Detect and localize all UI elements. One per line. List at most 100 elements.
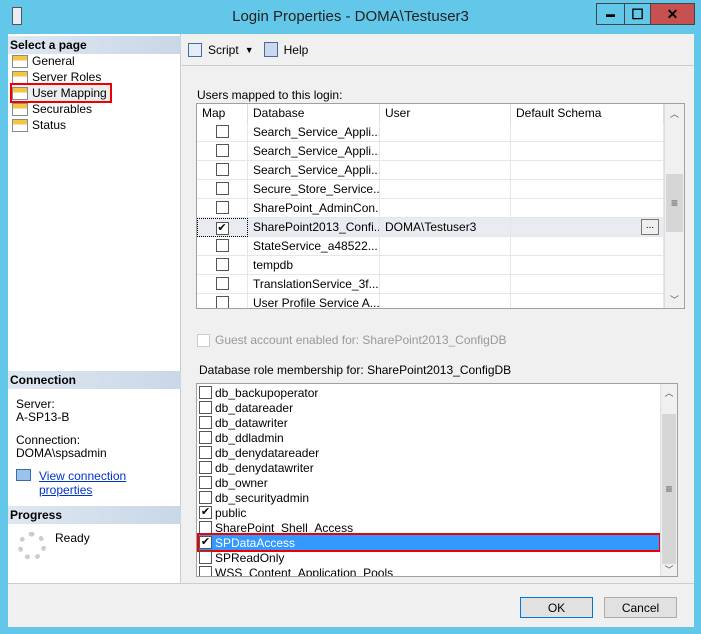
maximize-button[interactable]: ☐ — [624, 3, 651, 25]
map-cell — [197, 142, 248, 161]
browse-button[interactable]: ... — [641, 219, 659, 235]
view-connection-properties-link[interactable]: View connection properties — [39, 469, 180, 497]
table-row[interactable]: StateService_a48522... — [197, 237, 664, 256]
role-item[interactable]: db_denydatawriter — [199, 460, 659, 475]
role-item[interactable]: WSS_Content_Application_Pools — [199, 565, 659, 576]
role-item[interactable]: db_backupoperator — [199, 385, 659, 400]
default-schema-cell[interactable] — [511, 256, 664, 275]
role-name: db_backupoperator — [215, 385, 319, 400]
map-checkbox[interactable] — [215, 163, 229, 176]
default-schema-cell[interactable] — [511, 161, 664, 180]
minimize-button[interactable]: ▬ — [596, 3, 625, 25]
table-row[interactable]: SharePoint_AdminCon... — [197, 199, 664, 218]
map-checkbox[interactable] — [215, 258, 229, 271]
mapping-scrollbar[interactable]: ︿ ≡ ﹀ — [664, 104, 684, 308]
role-membership-list: db_backupoperator db_datareader db_datawri… — [196, 383, 678, 577]
role-item[interactable]: db_datareader — [199, 400, 659, 415]
role-item[interactable]: db_owner — [199, 475, 659, 490]
table-row[interactable]: Search_Service_Appli... — [197, 123, 664, 142]
user-cell[interactable] — [380, 275, 511, 294]
database-cell: SharePoint_AdminCon... — [248, 199, 380, 218]
role-item[interactable]: db_securityadmin — [199, 490, 659, 505]
table-row[interactable]: Search_Service_Appli... — [197, 142, 664, 161]
default-schema-cell[interactable] — [511, 275, 664, 294]
role-checkbox[interactable] — [199, 401, 212, 414]
default-schema-cell[interactable] — [511, 237, 664, 256]
role-checkbox[interactable] — [199, 446, 212, 459]
ok-button[interactable]: OK — [520, 597, 593, 618]
role-checkbox[interactable]: ✔ — [199, 506, 212, 519]
sidebar-item-status[interactable]: Status — [12, 117, 69, 133]
default-schema-cell[interactable]: ... — [511, 218, 664, 237]
default-schema-cell[interactable] — [511, 294, 664, 308]
role-item[interactable]: db_denydatareader — [199, 445, 659, 460]
column-header-map[interactable]: Map — [197, 104, 248, 123]
default-schema-cell[interactable] — [511, 199, 664, 218]
map-checkbox[interactable] — [215, 182, 229, 195]
map-checkbox[interactable]: ✔ — [215, 222, 229, 235]
table-row[interactable]: Search_Service_Appli... — [197, 161, 664, 180]
role-item[interactable]: SharePoint_Shell_Access — [199, 520, 659, 535]
table-row[interactable]: TranslationService_3f... — [197, 275, 664, 294]
sidebar-item-user-mapping[interactable]: User Mapping — [10, 83, 112, 103]
table-row[interactable]: ✔ SharePoint2013_Confi... DOMA\Testuser3..… — [197, 218, 664, 237]
default-schema-cell[interactable] — [511, 123, 664, 142]
sidebar-item-general[interactable]: General — [12, 53, 78, 69]
role-name: db_datareader — [215, 400, 294, 415]
close-button[interactable]: ✕ — [650, 3, 695, 25]
sidebar-item-server-roles[interactable]: Server Roles — [12, 69, 104, 85]
scrollbar-thumb[interactable]: ≡ — [666, 174, 683, 232]
default-schema-cell[interactable] — [511, 142, 664, 161]
column-header-database[interactable]: Database — [248, 104, 380, 123]
column-header-default-schema[interactable]: Default Schema — [511, 104, 664, 123]
role-item[interactable]: db_datawriter — [199, 415, 659, 430]
role-checkbox[interactable] — [199, 551, 212, 564]
role-checkbox[interactable] — [199, 566, 212, 576]
role-checkbox[interactable] — [199, 386, 212, 399]
scrollbar-thumb[interactable]: ≡ — [662, 414, 676, 564]
user-cell[interactable] — [380, 199, 511, 218]
script-button[interactable]: Script — [208, 43, 239, 57]
map-checkbox[interactable] — [215, 296, 229, 308]
sidebar-item-securables[interactable]: Securables — [12, 101, 95, 117]
user-cell[interactable] — [380, 142, 511, 161]
map-checkbox[interactable] — [215, 201, 229, 214]
map-checkbox[interactable] — [215, 125, 229, 138]
scroll-up-icon[interactable]: ︿ — [661, 386, 677, 399]
role-item[interactable]: db_ddladmin — [199, 430, 659, 445]
scroll-up-icon[interactable]: ︿ — [665, 107, 684, 120]
user-cell[interactable] — [380, 161, 511, 180]
role-checkbox[interactable] — [199, 491, 212, 504]
user-cell[interactable] — [380, 237, 511, 256]
role-item[interactable]: ✔ SPDataAccess — [197, 533, 661, 552]
table-row[interactable]: User Profile Service A... — [197, 294, 664, 308]
map-checkbox[interactable] — [215, 144, 229, 157]
scroll-down-icon[interactable]: ﹀ — [665, 293, 684, 306]
role-item[interactable]: SPReadOnly — [199, 550, 659, 565]
table-row[interactable]: Secure_Store_Service... — [197, 180, 664, 199]
user-cell[interactable]: DOMA\Testuser3 — [380, 218, 511, 237]
script-dropdown-icon[interactable]: ▼ — [245, 45, 254, 55]
divider — [8, 583, 694, 584]
role-checkbox[interactable]: ✔ — [199, 536, 212, 549]
cancel-button[interactable]: Cancel — [604, 597, 677, 618]
role-checkbox[interactable] — [199, 431, 212, 444]
user-cell[interactable] — [380, 256, 511, 275]
scroll-down-icon[interactable]: ﹀ — [661, 563, 677, 576]
column-header-user[interactable]: User — [380, 104, 511, 123]
role-checkbox[interactable] — [199, 416, 212, 429]
help-button[interactable]: Help — [284, 43, 309, 57]
toolbar: Script ▼ Help — [182, 34, 694, 66]
map-checkbox[interactable] — [215, 239, 229, 252]
role-checkbox[interactable] — [199, 521, 212, 534]
default-schema-cell[interactable] — [511, 180, 664, 199]
map-checkbox[interactable] — [215, 277, 229, 290]
user-cell[interactable] — [380, 123, 511, 142]
user-cell[interactable] — [380, 180, 511, 199]
roles-scrollbar[interactable]: ︿ ≡ ﹀ — [660, 384, 677, 576]
role-checkbox[interactable] — [199, 476, 212, 489]
role-checkbox[interactable] — [199, 461, 212, 474]
user-cell[interactable] — [380, 294, 511, 308]
role-item[interactable]: ✔ public — [199, 505, 659, 520]
table-row[interactable]: tempdb — [197, 256, 664, 275]
